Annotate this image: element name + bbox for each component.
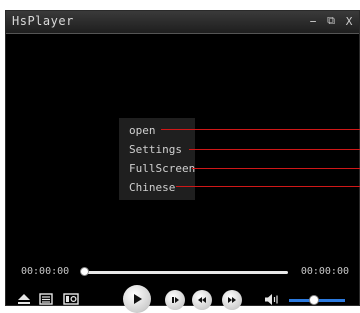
snapshot-icon — [63, 293, 79, 305]
context-menu: open Settings FullScreen Chinese — [119, 118, 195, 200]
annotation-line-settings — [189, 149, 360, 150]
pause-icon — [172, 297, 179, 303]
fast-forward-button[interactable] — [222, 290, 242, 310]
playlist-button[interactable] — [39, 292, 53, 306]
annotation-line-fullscreen — [192, 168, 360, 169]
total-time: 00:00:00 — [300, 266, 349, 277]
play-icon — [134, 294, 142, 304]
rewind-icon — [198, 297, 206, 303]
menu-item-open[interactable]: open — [119, 121, 195, 140]
video-area[interactable]: open Settings FullScreen Chinese — [6, 34, 360, 262]
seek-handle[interactable] — [80, 267, 89, 276]
fast-forward-icon — [228, 297, 236, 303]
snapshot-button[interactable] — [63, 292, 79, 306]
volume-button[interactable] — [264, 293, 280, 306]
minimize-button[interactable]: − — [307, 13, 319, 29]
app-title: HsPlayer — [12, 14, 74, 28]
annotation-line-open — [161, 129, 360, 130]
menu-item-settings[interactable]: Settings — [119, 140, 195, 159]
restore-button[interactable]: ⧉ — [325, 13, 337, 29]
close-button[interactable]: X — [343, 13, 355, 29]
seek-bar[interactable] — [80, 267, 288, 276]
volume-handle[interactable] — [309, 295, 320, 305]
menu-item-fullscreen[interactable]: FullScreen — [119, 159, 195, 178]
window-controls: − ⧉ X — [307, 13, 355, 29]
title-bar[interactable]: HsPlayer − ⧉ X — [6, 11, 359, 34]
player-window: HsPlayer − ⧉ X open Settings FullScreen … — [5, 10, 360, 313]
speaker-icon — [265, 294, 278, 305]
eject-button[interactable] — [17, 292, 31, 306]
pause-button[interactable] — [165, 290, 185, 310]
rewind-button[interactable] — [192, 290, 212, 310]
elapsed-time: 00:00:00 — [21, 266, 70, 277]
eject-icon — [18, 294, 30, 304]
volume-slider[interactable] — [289, 295, 345, 305]
menu-item-chinese[interactable]: Chinese — [119, 178, 195, 197]
playlist-icon — [39, 293, 53, 305]
play-button[interactable] — [123, 285, 151, 313]
annotation-line-chinese — [176, 186, 360, 187]
control-bar: 00:00:00 00:00:00 — [6, 262, 359, 313]
